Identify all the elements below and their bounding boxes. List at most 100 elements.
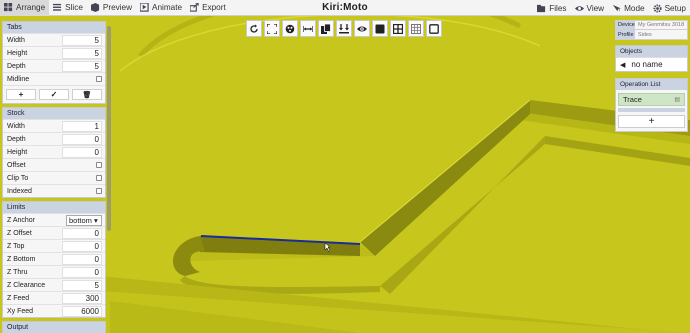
tabs-width-input[interactable]: 5 xyxy=(62,34,102,46)
zanchor-select[interactable]: bottom ▾ xyxy=(66,214,102,226)
preview-icon xyxy=(90,3,100,12)
solid-view-button[interactable] xyxy=(372,20,388,37)
ztop-input[interactable]: 0 xyxy=(62,240,102,252)
rotate-icon xyxy=(250,24,258,33)
object-name: no name xyxy=(631,60,663,69)
xyfeed-input[interactable]: 6000 xyxy=(62,305,102,317)
settings-wheel-button[interactable] xyxy=(282,20,298,37)
delete-tabs-button[interactable]: 🗑 xyxy=(72,89,102,100)
tab-animate[interactable]: Animate xyxy=(136,0,186,16)
output-group-title[interactable]: Output xyxy=(3,322,105,333)
fullscreen-icon xyxy=(267,23,277,34)
wire-view-button[interactable] xyxy=(426,20,442,37)
rotate-button[interactable] xyxy=(246,20,262,37)
grid-icon xyxy=(393,23,403,34)
fullscreen-button[interactable] xyxy=(264,20,280,37)
stock-clipto-row: Clip To xyxy=(3,171,105,184)
grid-alt-button[interactable] xyxy=(408,20,424,37)
zbottom-input[interactable]: 0 xyxy=(62,253,102,265)
stock-group-title[interactable]: Stock xyxy=(3,108,105,119)
caret-left-icon: ◀ xyxy=(620,61,626,69)
grid-view-button[interactable] xyxy=(390,20,406,37)
menu-mode[interactable]: Mode xyxy=(608,0,648,16)
field-label: Offset xyxy=(7,161,26,169)
zfeed-input[interactable]: 300 xyxy=(62,292,102,304)
clipto-checkbox[interactable] xyxy=(96,175,102,181)
add-tab-button[interactable]: + xyxy=(6,89,36,100)
zoffset-row: Z Offset 0 xyxy=(3,226,105,239)
device-row[interactable]: Device My Genmitsu 3018 xyxy=(615,20,688,30)
arrange-icon xyxy=(4,3,13,12)
profile-row[interactable]: Profile Sides xyxy=(615,30,688,40)
files-icon xyxy=(537,4,546,13)
visibility-icon xyxy=(357,26,367,31)
field-label: Midline xyxy=(7,75,30,83)
zfeed-row: Z Feed 300 xyxy=(3,291,105,304)
stock-depth-input[interactable]: 0 xyxy=(62,133,102,145)
menu-label: View xyxy=(586,3,605,13)
stock-width-input[interactable]: 1 xyxy=(62,120,102,132)
menu-label: Mode xyxy=(624,3,645,13)
limits-group-title[interactable]: Limits xyxy=(3,202,105,213)
zanchor-value: bottom xyxy=(69,215,92,225)
zanchor-row: Z Anchor bottom ▾ xyxy=(3,213,105,226)
dimension-button[interactable] xyxy=(300,20,316,37)
field-label: Width xyxy=(7,36,25,44)
tab-preview[interactable]: Preview xyxy=(87,0,136,16)
left-panel-scrollbar[interactable] xyxy=(107,26,111,231)
field-label: Z Feed xyxy=(7,294,30,302)
align-bottom-button[interactable] xyxy=(336,20,352,37)
profile-label: Profile xyxy=(616,30,635,39)
objects-group: Objects ◀ no name xyxy=(615,45,688,72)
gear-icon xyxy=(653,3,662,13)
top-toolbar: Arrange Slice Preview Animate Export Kir… xyxy=(0,0,690,16)
zthru-input[interactable]: 0 xyxy=(62,266,102,278)
stock-width-row: Width 1 xyxy=(3,119,105,132)
field-label: Height xyxy=(7,148,28,156)
visibility-button[interactable] xyxy=(354,20,370,37)
menu-setup[interactable]: Setup xyxy=(649,0,690,16)
square-fill-icon xyxy=(375,24,385,33)
chevron-down-icon: ▾ xyxy=(94,215,98,225)
operation-list-title: Operation List xyxy=(616,79,687,90)
menu-view[interactable]: View xyxy=(571,0,609,16)
dimension-icon xyxy=(303,25,313,32)
tabs-group-title[interactable]: Tabs xyxy=(3,22,105,33)
device-value: My Genmitsu 3018 xyxy=(638,22,685,28)
zoffset-input[interactable]: 0 xyxy=(62,227,102,239)
tab-label: Animate xyxy=(152,3,183,12)
tabs-depth-row: Depth 5 xyxy=(3,59,105,72)
indexed-checkbox[interactable] xyxy=(96,188,102,194)
menu-files[interactable]: Files xyxy=(533,0,570,16)
limits-group: Limits Z Anchor bottom ▾ Z Offset 0 Z Top 0… xyxy=(2,201,106,318)
stock-indexed-row: Indexed xyxy=(3,184,105,197)
offset-checkbox[interactable] xyxy=(96,162,102,168)
stock-height-row: Height 0 xyxy=(3,145,105,158)
object-item[interactable]: ◀ no name xyxy=(616,57,687,71)
stock-height-input[interactable]: 0 xyxy=(62,146,102,158)
tabs-midline-row: Midline xyxy=(3,72,105,85)
align-bottom-icon xyxy=(339,23,349,33)
operation-trace[interactable]: Trace ▤ xyxy=(618,93,685,106)
left-settings-panel: Tabs Width 5 Height 5 Depth 5 Midline + ✓ 🗑… xyxy=(2,21,106,333)
tabs-width-row: Width 5 xyxy=(3,33,105,46)
tabs-depth-input[interactable]: 5 xyxy=(62,60,102,72)
trash-icon[interactable]: ▤ xyxy=(674,96,680,103)
tab-export[interactable]: Export xyxy=(186,0,230,16)
output-group: Output xyxy=(2,321,106,333)
midline-checkbox[interactable] xyxy=(96,76,102,82)
device-label: Device xyxy=(616,21,635,29)
zclearance-input[interactable]: 5 xyxy=(62,279,102,291)
copy-button[interactable] xyxy=(318,20,334,37)
confirm-tabs-button[interactable]: ✓ xyxy=(39,89,69,100)
eye-icon xyxy=(574,4,584,13)
tabs-height-input[interactable]: 5 xyxy=(62,47,102,59)
tabs-height-row: Height 5 xyxy=(3,46,105,59)
field-label: Clip To xyxy=(7,174,29,182)
add-operation-button[interactable]: + xyxy=(618,115,685,128)
operation-name: Trace xyxy=(623,95,642,104)
field-label: Height xyxy=(7,49,28,57)
tab-arrange[interactable]: Arrange xyxy=(0,0,50,16)
operation-divider xyxy=(618,108,685,112)
tab-slice[interactable]: Slice xyxy=(49,0,87,16)
